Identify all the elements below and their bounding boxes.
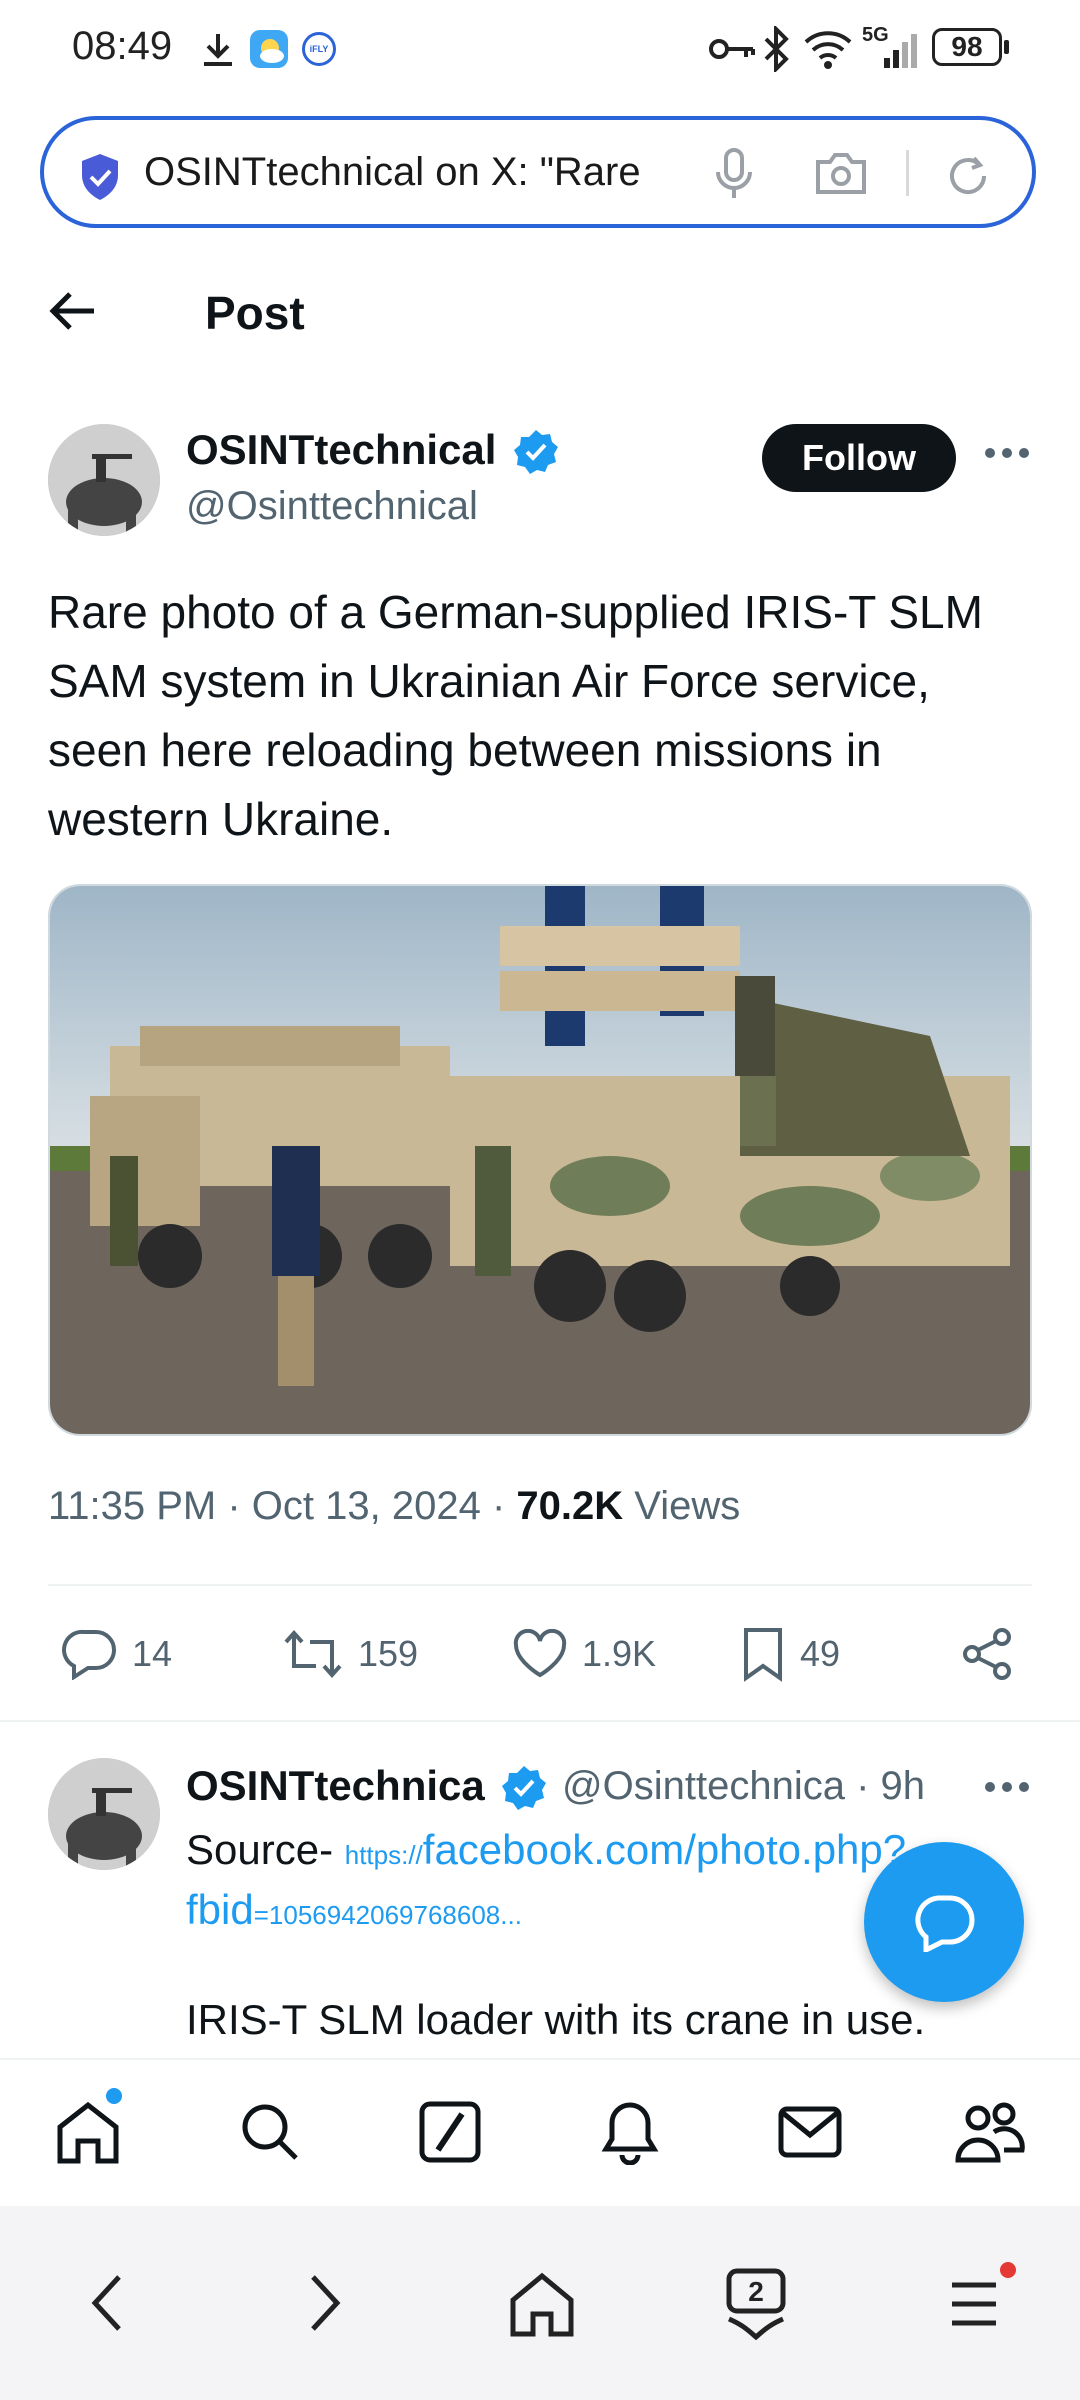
- menu-notification-dot: [1000, 2262, 1016, 2278]
- more-options-icon[interactable]: [984, 446, 1030, 465]
- reply-text: IRIS-T SLM loader with its crane in use.: [186, 1996, 926, 2043]
- battery-level: 98: [951, 31, 983, 62]
- post-timestamp[interactable]: 11:35 PM · Oct 13, 2024 ·: [48, 1484, 516, 1528]
- follow-button[interactable]: Follow: [762, 424, 956, 492]
- reply-link-scheme[interactable]: https://: [345, 1840, 423, 1870]
- browser-toolbar: 2: [0, 2206, 1080, 2400]
- reply-link-line2[interactable]: fbid=1056942069768608...: [186, 1880, 522, 1945]
- weather-icon: [250, 30, 288, 68]
- like-count: 1.9K: [582, 1633, 657, 1674]
- chat-bubble-icon: [915, 1895, 975, 1952]
- repost-button[interactable]: 159: [282, 1626, 418, 1682]
- wifi-icon: [802, 28, 854, 75]
- reply-handle[interactable]: @Osinttechnica · 9h: [562, 1764, 925, 1809]
- verified-badge-icon: [512, 428, 560, 481]
- tabs-icon[interactable]: 2: [718, 2262, 794, 2346]
- browser-back-icon[interactable]: [80, 2268, 132, 2338]
- repost-count: 159: [358, 1633, 419, 1674]
- search-icon[interactable]: [234, 2096, 306, 2168]
- reply-more-options-icon[interactable]: [984, 1780, 1030, 1799]
- post-text: Rare photo of a German-supplied IRIS-T S…: [48, 586, 983, 845]
- views-count: 70.2K: [516, 1484, 624, 1528]
- avatar[interactable]: [48, 424, 160, 536]
- divider: [48, 1584, 1032, 1586]
- reply-author-name[interactable]: OSINTtechnica: [186, 1762, 485, 1810]
- divider: [0, 1720, 1080, 1722]
- post-image[interactable]: [48, 884, 1032, 1436]
- url-divider: [906, 150, 909, 196]
- post-meta: 11:35 PM · Oct 13, 2024 · 70.2K Views: [48, 1484, 740, 1529]
- battery-tip: [1004, 40, 1009, 54]
- bluetooth-icon: [762, 24, 790, 77]
- page-title: Post: [205, 287, 305, 339]
- browser-forward-icon[interactable]: [300, 2268, 352, 2338]
- reply-count: 14: [132, 1633, 173, 1674]
- refresh-icon[interactable]: [944, 152, 992, 205]
- grok-icon[interactable]: [414, 2096, 486, 2168]
- verified-badge-icon: [500, 1764, 548, 1817]
- vpn-key-icon: [708, 34, 756, 69]
- browser-home-icon[interactable]: [504, 2266, 580, 2342]
- back-arrow-icon[interactable]: [48, 290, 98, 337]
- microphone-icon[interactable]: [714, 146, 754, 207]
- bookmark-count: 49: [800, 1633, 841, 1674]
- browser-menu-icon[interactable]: [944, 2272, 1004, 2336]
- notification-dot: [106, 2088, 122, 2104]
- like-button[interactable]: 1.9K: [512, 1626, 656, 1682]
- bookmark-button[interactable]: 49: [740, 1626, 840, 1682]
- download-icon: [200, 30, 236, 75]
- repost-icon: [284, 1629, 342, 1679]
- share-button[interactable]: [960, 1626, 1028, 1682]
- author-name[interactable]: OSINTtechnical: [186, 426, 496, 474]
- home-icon[interactable]: [52, 2096, 124, 2168]
- status-time: 08:49: [72, 24, 173, 68]
- bookmark-icon: [744, 1628, 782, 1682]
- mail-icon[interactable]: [774, 2096, 846, 2168]
- reply-icon: [62, 1629, 116, 1680]
- status-bar: 08:49 iFLY 5G 98: [0, 0, 1080, 100]
- camera-icon[interactable]: [814, 150, 868, 201]
- share-icon: [963, 1628, 1011, 1680]
- battery-icon: 98: [932, 28, 1002, 66]
- url-text[interactable]: OSINTtechnical on X: "Rare: [144, 150, 724, 195]
- reply-source-label: Source-: [186, 1826, 345, 1873]
- shield-icon: [78, 152, 122, 207]
- reply-avatar[interactable]: [48, 1758, 160, 1870]
- communities-icon[interactable]: [954, 2096, 1026, 2168]
- app-tab-bar: [0, 2058, 1080, 2208]
- reply-link-id[interactable]: =1056942069768608...: [254, 1900, 522, 1930]
- reply-link-fbid[interactable]: fbid: [186, 1886, 254, 1933]
- author-handle[interactable]: @Osinttechnical: [186, 484, 478, 529]
- reply-button[interactable]: 14: [62, 1626, 172, 1682]
- views-label: Views: [623, 1484, 741, 1528]
- signal-icon: [872, 30, 920, 75]
- reply-link[interactable]: facebook.com/photo.php?: [423, 1826, 906, 1873]
- svg-text:2: 2: [748, 2276, 764, 2307]
- bell-icon[interactable]: [594, 2096, 666, 2168]
- ifly-icon: iFLY: [302, 32, 336, 66]
- compose-reply-button[interactable]: [864, 1842, 1024, 2002]
- heart-icon: [513, 1629, 567, 1678]
- address-bar[interactable]: OSINTtechnical on X: "Rare: [40, 116, 1036, 228]
